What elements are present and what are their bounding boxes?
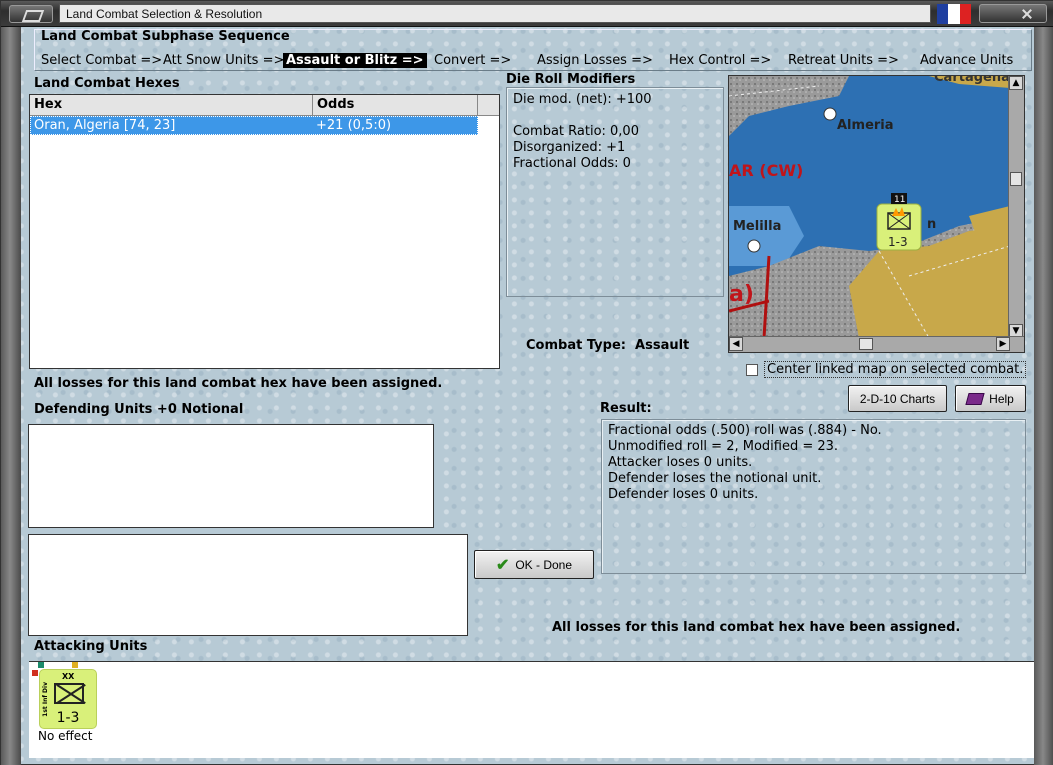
defending-units-list[interactable] [28,424,434,528]
modifier-line: Fractional Odds: 0 [513,156,631,171]
step-convert: Convert => [434,53,512,68]
window-title: Land Combat Selection & Resolution [59,4,931,23]
map-canvas: Cartagena Almeria AR (CW) Melilla a) n 1… [729,76,1024,352]
help-button-label: Help [989,391,1014,406]
step-retreat-units: Retreat Units => [788,53,899,68]
step-hex-control: Hex Control => [669,53,772,68]
step-advance-units: Advance Units [920,53,1014,68]
step-att-snow-units: Att Snow Units => [163,53,285,68]
hex-cell: Oran, Algeria [74, 23] [34,118,176,133]
ok-done-button[interactable]: ✔ OK - Done [474,550,594,579]
map-horizontal-scroll-thumb[interactable] [859,338,873,350]
help-button[interactable]: Help [955,385,1026,412]
flag-stripe-red [959,4,971,24]
result-line: Defender loses 0 units. [608,487,759,502]
attacking-units-list[interactable] [29,661,1034,758]
right-frame-rail [1034,27,1053,765]
map-vertical-scrollbar[interactable]: ▲ ▼ [1008,76,1024,338]
table-row[interactable]: Oran, Algeria [74, 23] +21 (0,5:0) [30,116,478,135]
attacking-unit-counter[interactable]: 1st Inf Div XX 1-3 [32,662,97,729]
modifier-line: Disorganized: +1 [513,140,626,155]
attacking-units-label: Attacking Units [34,639,148,654]
linked-map[interactable]: Cartagena Almeria AR (CW) Melilla a) n 1… [728,75,1025,353]
unit-stack-count: 11 [894,195,905,205]
unit-status-dot [72,662,78,668]
window-menu-icon[interactable] [9,5,53,23]
map-label-hex: n [927,217,936,232]
result-panel: Fractional odds (.500) roll was (.884) -… [601,419,1026,574]
modifier-line: Die mod. (net): +100 [513,92,652,107]
land-combat-hexes-table: Hex Odds Oran, Algeria [74, 23] +21 (0,5… [29,94,500,369]
scroll-right-icon[interactable]: ▶ [996,337,1010,351]
checkmark-icon: ✔ [495,556,510,574]
combat-type-label: Combat Type: [526,338,626,353]
result-line: Attacker loses 0 units. [608,455,753,470]
step-select-combat: Select Combat => [41,53,163,68]
title-bar: Land Combat Selection & Resolution [1,1,1053,27]
book-icon [965,392,985,405]
defending-units-label: Defending Units +0 Notional [34,402,244,417]
result-line: Unmodified roll = 2, Modified = 23. [608,439,839,454]
losses-assigned-message-bottom: All losses for this land combat hex have… [552,620,961,635]
subphase-title: Land Combat Subphase Sequence [41,29,290,44]
close-button[interactable] [979,4,1047,23]
charts-button-label: 2-D-10 Charts [859,391,936,406]
unit-size: XX [62,672,75,681]
unit-status-text: No effect [38,729,93,743]
column-header-odds[interactable]: Odds [313,95,478,115]
flag-stripe-white [948,4,960,24]
map-label-region: AR (CW) [729,161,803,180]
france-flag-icon [937,4,971,24]
charts-button[interactable]: 2-D-10 Charts [848,385,947,412]
step-assign-losses: Assign Losses => [537,53,653,68]
map-label-cartagena: Cartagena [934,76,1010,85]
map-unit-strength: 1-3 [888,235,908,249]
center-map-option[interactable]: Center linked map on selected combat. [746,361,1027,378]
center-map-checkbox[interactable] [746,363,758,376]
unit-status-dot [32,670,38,676]
losses-assigned-message: All losses for this land combat hex have… [34,376,443,391]
combat-type: Combat Type: Assault [526,338,689,353]
flag-stripe-blue [937,4,949,24]
map-label-melilla: Melilla [733,219,781,234]
unit-strength: 1-3 [56,710,80,726]
table-header: Hex Odds [30,95,499,116]
die-roll-modifiers-label: Die Roll Modifiers [506,72,636,87]
map-horizontal-scrollbar[interactable]: ◀ ▶ [729,336,1024,352]
scroll-up-icon[interactable]: ▲ [1009,76,1023,90]
land-combat-window: Land Combat Selection & Resolution Land … [0,0,1053,765]
unit-status-dot [38,662,44,668]
map-label-partial: a) [729,282,754,307]
center-map-label[interactable]: Center linked map on selected combat. [764,361,1027,378]
ok-done-label: OK - Done [515,557,573,572]
result-line: Fractional odds (.500) roll was (.884) -… [608,423,882,438]
odds-cell: +21 (0,5:0) [316,118,392,133]
infantry-symbol-icon [54,683,84,704]
modifier-line [513,108,717,124]
modifier-line: Combat Ratio: 0,00 [513,124,639,139]
map-vertical-scroll-thumb[interactable] [1010,172,1022,186]
result-line: Defender loses the notional unit. [608,471,822,486]
land-combat-hexes-label: Land Combat Hexes [34,76,180,91]
combat-type-value: Assault [635,338,690,353]
notional-units-list[interactable] [28,534,468,636]
result-label: Result: [600,401,652,416]
map-label-almeria: Almeria [837,118,894,133]
die-roll-modifiers-panel: Die mod. (net): +100 Combat Ratio: 0,00 … [506,87,724,297]
step-assault-or-blitz: Assault or Blitz => [283,53,427,68]
port-icon [747,239,761,253]
port-icon [823,107,837,121]
left-frame-rail [1,27,21,765]
scroll-left-icon[interactable]: ◀ [729,337,743,351]
column-header-hex[interactable]: Hex [30,95,313,115]
